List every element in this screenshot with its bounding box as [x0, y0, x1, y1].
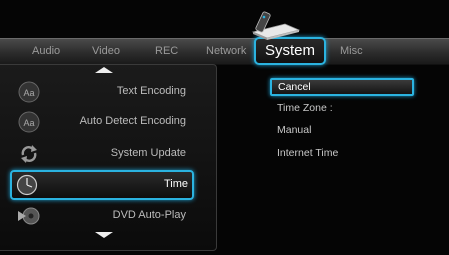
menu-item-text-encoding[interactable]: Aa Text Encoding [8, 78, 190, 106]
tab-audio[interactable]: Audio [32, 45, 60, 57]
tab-system[interactable]: System [254, 37, 327, 65]
menu-item-dvd-auto-play[interactable]: DVD Auto-Play [8, 202, 190, 230]
aa-text-icon: Aa [18, 81, 40, 103]
settings-screen: Audio Video REC Network System Misc Aa T… [0, 0, 449, 255]
tab-video[interactable]: Video [92, 45, 120, 57]
menu-item-label: Text Encoding [116, 85, 186, 97]
menu-item-label: Time [163, 178, 188, 190]
scroll-up-arrow-icon[interactable] [95, 67, 113, 73]
menu-item-auto-detect-encoding[interactable]: Aa Auto Detect Encoding [8, 108, 190, 136]
clock-icon [16, 174, 38, 196]
option-internet-time[interactable]: Internet Time [277, 147, 338, 159]
menu-item-system-update[interactable]: System Update [8, 140, 190, 168]
option-time-zone[interactable]: Time Zone : [277, 102, 333, 114]
tab-bar: Audio Video REC Network System Misc [0, 37, 449, 65]
menu-item-label: Auto Detect Encoding [79, 115, 186, 127]
svg-text:Aa: Aa [23, 88, 34, 98]
menu-item-label: DVD Auto-Play [112, 209, 186, 221]
settings-menu-panel: Aa Text Encoding Aa Auto Detect Encoding… [0, 64, 217, 251]
aa-text-icon: Aa [18, 111, 40, 133]
menu-item-label: System Update [110, 147, 186, 159]
update-arrows-icon [21, 145, 37, 163]
scroll-down-arrow-icon[interactable] [95, 232, 113, 238]
media-player-remote-icon [251, 11, 301, 40]
tab-misc[interactable]: Misc [340, 45, 363, 57]
tab-network[interactable]: Network [206, 45, 246, 57]
menu-item-time[interactable]: Time [10, 170, 194, 200]
disc-play-icon [18, 207, 40, 225]
tab-rec[interactable]: REC [155, 45, 178, 57]
option-manual[interactable]: Manual [277, 124, 311, 136]
option-cancel[interactable]: Cancel [270, 78, 414, 96]
svg-text:Aa: Aa [23, 118, 34, 128]
